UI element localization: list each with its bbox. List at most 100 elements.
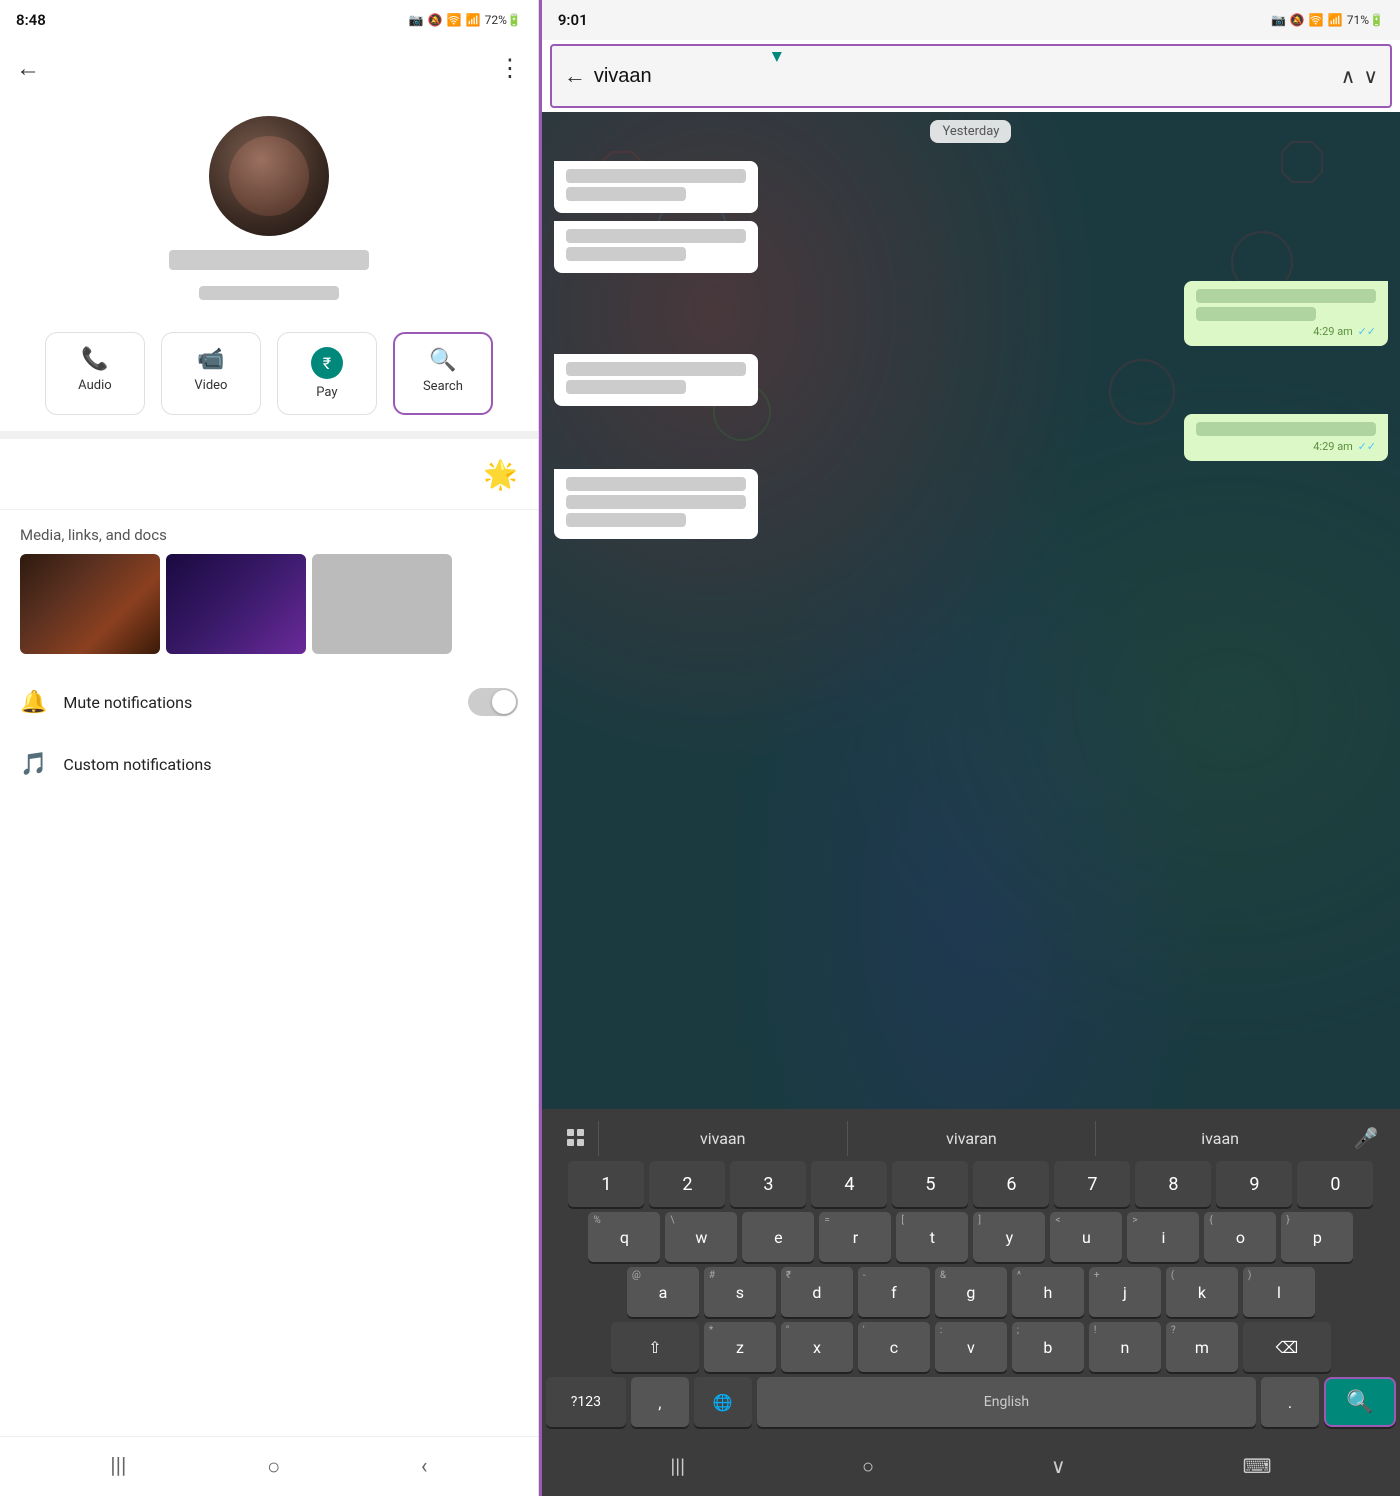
toggle-knob xyxy=(492,690,516,714)
key-p[interactable]: }p xyxy=(1281,1212,1353,1262)
message-time-2: 4:29 am ✓✓ xyxy=(1196,440,1376,453)
key-1[interactable]: 1 xyxy=(568,1161,644,1207)
key-s[interactable]: #s xyxy=(704,1267,776,1317)
key-9[interactable]: 9 xyxy=(1216,1161,1292,1207)
key-x[interactable]: "x xyxy=(781,1322,853,1372)
nav-back-right[interactable]: ∨ xyxy=(1051,1454,1066,1478)
key-5[interactable]: 5 xyxy=(892,1161,968,1207)
nav-back-icon[interactable]: ‹ xyxy=(421,1454,428,1479)
mic-button[interactable]: 🎤 xyxy=(1344,1119,1388,1157)
media-thumb-1[interactable] xyxy=(20,554,160,654)
back-button-left[interactable]: ← xyxy=(16,54,40,83)
search-input[interactable] xyxy=(594,65,1333,88)
key-m[interactable]: ?m xyxy=(1166,1322,1238,1372)
key-h[interactable]: ^h xyxy=(1012,1267,1084,1317)
key-u[interactable]: <u xyxy=(1050,1212,1122,1262)
backspace-key[interactable]: ⌫ xyxy=(1243,1322,1331,1372)
message-time-1: 4:29 am ✓✓ xyxy=(1196,325,1376,338)
space-key[interactable]: English xyxy=(757,1377,1256,1427)
suggestion-ivaan[interactable]: ivaan xyxy=(1095,1121,1344,1156)
keyboard-search-button[interactable]: 🔍 xyxy=(1324,1377,1396,1427)
search-nav-buttons: ∧ ∨ xyxy=(1341,64,1378,89)
msg-blur-9 xyxy=(1196,422,1376,436)
search-button-left[interactable]: 🔍 Search xyxy=(393,332,493,415)
key-7[interactable]: 7 xyxy=(1054,1161,1130,1207)
nav-recent-icon[interactable]: ||| xyxy=(110,1454,126,1479)
key-o[interactable]: {o xyxy=(1204,1212,1276,1262)
key-4[interactable]: 4 xyxy=(811,1161,887,1207)
key-w[interactable]: \w xyxy=(665,1212,737,1262)
key-n[interactable]: !n xyxy=(1089,1322,1161,1372)
suggestion-vivaran[interactable]: vivaran xyxy=(847,1121,1096,1156)
asdf-row: @a #s ₹d -f &g ^h +j (k )l xyxy=(546,1267,1396,1317)
msg-blur-10 xyxy=(566,477,746,491)
mute-toggle[interactable] xyxy=(468,688,518,716)
video-button[interactable]: 📹 Video xyxy=(161,332,261,415)
key-b[interactable]: ;b xyxy=(1012,1322,1084,1372)
nav-home-icon[interactable]: ○ xyxy=(267,1454,280,1480)
keyboard-search-icon: 🔍 xyxy=(1346,1390,1373,1415)
key-g[interactable]: &g xyxy=(935,1267,1007,1317)
key-z[interactable]: *z xyxy=(704,1322,776,1372)
video-icon: 📹 xyxy=(197,347,224,372)
key-0[interactable]: 0 xyxy=(1297,1161,1373,1207)
key-d[interactable]: ₹d xyxy=(781,1267,853,1317)
key-r[interactable]: =r xyxy=(819,1212,891,1262)
audio-button[interactable]: 📞 Audio xyxy=(45,332,145,415)
key-a[interactable]: @a xyxy=(627,1267,699,1317)
more-button-left[interactable]: ⋮ xyxy=(498,54,522,82)
keyboard-grid-button[interactable] xyxy=(554,1119,598,1157)
divider-1 xyxy=(0,431,538,439)
key-c[interactable]: 'c xyxy=(858,1322,930,1372)
key-8[interactable]: 8 xyxy=(1135,1161,1211,1207)
media-thumbnails xyxy=(20,554,518,654)
key-k[interactable]: (k xyxy=(1166,1267,1238,1317)
key-y[interactable]: ]y xyxy=(973,1212,1045,1262)
key-l[interactable]: )l xyxy=(1243,1267,1315,1317)
key-f[interactable]: -f xyxy=(858,1267,930,1317)
message-sent-1: 4:29 am ✓✓ xyxy=(1184,281,1388,346)
nav-keyboard-right[interactable]: ⌨ xyxy=(1243,1454,1272,1478)
right-panel: 9:01 📷 🔕 🛜 📶 71%🔋 ← ∧ ∨ xyxy=(542,0,1400,1496)
media-thumb-3[interactable] xyxy=(312,554,452,654)
time-right: 9:01 xyxy=(558,11,588,29)
search-nav-up[interactable]: ∧ xyxy=(1341,64,1356,89)
comma-key[interactable]: , xyxy=(631,1377,689,1427)
globe-key[interactable]: 🌐 xyxy=(694,1377,752,1427)
nav-home-right[interactable]: ○ xyxy=(862,1454,874,1479)
key-6[interactable]: 6 xyxy=(973,1161,1049,1207)
key-j[interactable]: +j xyxy=(1089,1267,1161,1317)
search-back-button[interactable]: ← xyxy=(564,63,586,89)
custom-notification-item: 🎵 Custom notifications xyxy=(0,734,538,795)
profile-name xyxy=(169,250,369,270)
pay-button[interactable]: ₹ Pay xyxy=(277,332,377,415)
status-icons-right: 📷 🔕 🛜 📶 71%🔋 xyxy=(1271,13,1384,27)
key-i[interactable]: >i xyxy=(1127,1212,1199,1262)
key-2[interactable]: 2 xyxy=(649,1161,725,1207)
key-e[interactable]: e xyxy=(742,1212,814,1262)
mute-notifications-label: Mute notifications xyxy=(63,693,192,712)
yesterday-label: Yesterday xyxy=(542,112,1400,151)
nav-recent-right[interactable]: ||| xyxy=(670,1454,685,1478)
search-nav-down[interactable]: ∨ xyxy=(1363,64,1378,89)
message-sent-2: 4:29 am ✓✓ xyxy=(1184,414,1388,461)
shift-key[interactable]: ⇧ xyxy=(611,1322,699,1372)
key-v[interactable]: :v xyxy=(935,1322,1007,1372)
key-t[interactable]: [t xyxy=(896,1212,968,1262)
msg-blur-4 xyxy=(566,247,686,261)
key-3[interactable]: 3 xyxy=(730,1161,806,1207)
phone-icon: 📞 xyxy=(81,347,108,372)
msg-blur-11 xyxy=(566,495,746,509)
message-received-2 xyxy=(554,221,758,273)
check-marks-2: ✓✓ xyxy=(1358,440,1376,453)
custom-notifications-label: Custom notifications xyxy=(63,755,211,774)
symbols-key[interactable]: ?123 xyxy=(546,1377,626,1427)
bottom-row: ?123 , 🌐 English . 🔍 xyxy=(546,1377,1396,1427)
suggestions-row: vivaan vivaran ivaan 🎤 xyxy=(546,1115,1396,1161)
message-received-4 xyxy=(554,469,758,539)
period-key[interactable]: . xyxy=(1261,1377,1319,1427)
media-thumb-2[interactable] xyxy=(166,554,306,654)
key-q[interactable]: %q xyxy=(588,1212,660,1262)
action-buttons: 📞 Audio 📹 Video ₹ Pay 🔍 Search xyxy=(0,316,538,431)
suggestion-vivaan[interactable]: vivaan xyxy=(598,1121,847,1156)
